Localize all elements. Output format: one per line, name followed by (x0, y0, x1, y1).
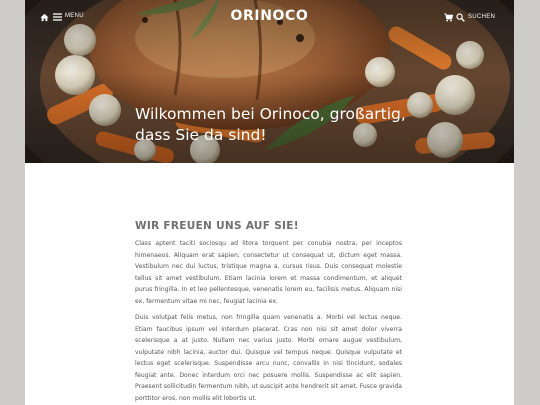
cart-icon[interactable] (444, 13, 453, 22)
hero-title: Wilkommen bei Orinoco, großartig, dass S… (135, 105, 406, 144)
page: MENU ORINOCO SUCHEN Wilkommen bei Orinoc… (25, 0, 514, 405)
top-navigation: MENU ORINOCO SUCHEN (25, 0, 514, 34)
section-title: WIR FREUEN UNS AUF SIE! (135, 220, 299, 232)
intro-paragraph-1: Class aptent taciti sociosqu ad litora t… (135, 240, 402, 305)
search-icon[interactable] (456, 13, 465, 22)
intro-paragraph-2: Duis volutpat felis metus, non fringilla… (135, 314, 402, 402)
site-logo[interactable]: ORINOCO (25, 8, 514, 24)
main-content: WIR FREUEN UNS AUF SIE! Class aptent tac… (135, 220, 402, 405)
search-label[interactable]: SUCHEN (468, 14, 495, 20)
hero-banner: MENU ORINOCO SUCHEN Wilkommen bei Orinoc… (25, 0, 514, 163)
